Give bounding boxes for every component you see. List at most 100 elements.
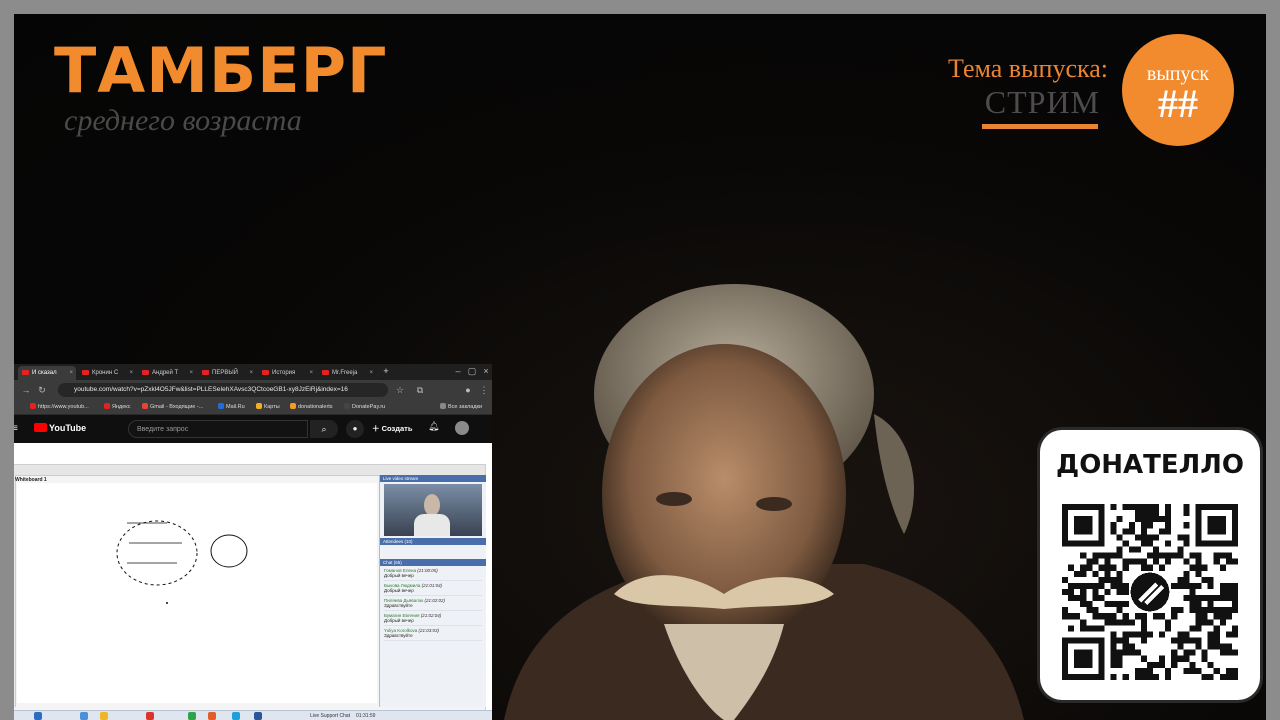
taskbar-app-icon[interactable] [146, 712, 154, 720]
bookmark-favicon-icon [290, 403, 296, 409]
youtube-header: ≡ YouTube Введите запрос ⌕ ● ＋ Создать 🔔… [14, 415, 492, 443]
chat-text: Здравствуйте [384, 633, 413, 638]
taskbar-app-icon[interactable] [100, 712, 108, 720]
plus-icon: ＋ [372, 424, 382, 433]
avatar[interactable] [455, 421, 469, 435]
bookmark-label: Яндекс [112, 404, 131, 410]
whiteboard-tools [14, 475, 16, 707]
chat-text: Здравствуйте [384, 603, 413, 608]
shared-browser-window: И сказал × Кронин С × Андрей Т × ПЕРВЫЙ × Ис… [14, 364, 492, 720]
browser-tab[interactable]: История × [258, 366, 316, 380]
bookmark-favicon-icon [104, 403, 110, 409]
close-tab-icon[interactable]: × [249, 366, 253, 380]
topic-label: Тема выпуска: [948, 54, 1108, 83]
lesson-side-panel: Live video stream Attendees (10) Chat (6… [379, 475, 486, 707]
stream-stage: ТАМБЕРГ среднего возраста Тема выпуска: … [14, 14, 1266, 720]
tab-label: Кронин С [92, 370, 119, 376]
youtube-favicon-icon [142, 370, 149, 375]
taskbar-app-icon[interactable] [208, 712, 216, 720]
extensions-icon[interactable]: ⧉ [414, 384, 426, 396]
bookmark-label: https://www.youtub... [38, 404, 89, 410]
menu-hamburger-icon[interactable]: ≡ [14, 423, 18, 434]
brand-title: ТАМБЕРГ [54, 34, 388, 107]
topic-value: СТРИМ [984, 84, 1100, 120]
window-close-icon[interactable]: × [480, 365, 492, 377]
chat-time: (21:01:04) [421, 583, 443, 588]
bookmark-label: donationalerts [298, 404, 333, 410]
start-icon[interactable] [34, 712, 42, 720]
close-tab-icon[interactable]: × [369, 366, 373, 380]
bookmark-item[interactable]: donationalerts [290, 400, 333, 414]
issue-badge: выпуск ## [1122, 34, 1234, 146]
chat-header: Chat (65) [380, 559, 486, 566]
forward-icon[interactable]: → [20, 384, 32, 396]
bookmark-star-icon[interactable]: ☆ [394, 384, 406, 396]
taskbar-app-icon[interactable] [254, 712, 262, 720]
whiteboard-canvas [17, 483, 377, 703]
back-icon[interactable]: ← [14, 384, 16, 396]
profile-icon[interactable]: ● [462, 384, 474, 396]
youtube-video-player[interactable]: Whiteboard 1 Live video stream Attendees… [14, 464, 486, 711]
new-tab-icon[interactable]: + [380, 365, 392, 377]
bookmarks-bar: https://www.youtub... Яндекс Gmail - Вхо… [14, 400, 492, 415]
close-tab-icon[interactable]: × [69, 366, 73, 380]
chat-message: Пиляева Дьявалок (21:02:02) Здравствуйте [384, 596, 482, 611]
chat-time: (21:02:02) [424, 598, 446, 603]
all-bookmarks[interactable]: Все закладки [440, 400, 482, 414]
close-tab-icon[interactable]: × [129, 366, 133, 380]
chat-message: Бумагин Евгения (21:02:04) Добрый вечер [384, 611, 482, 626]
close-tab-icon[interactable]: × [189, 366, 193, 380]
chat-text: Добрый вечер [384, 618, 414, 623]
youtube-favicon-icon [262, 370, 269, 375]
taskbar-app-icon[interactable] [232, 712, 240, 720]
bookmark-favicon-icon [218, 403, 224, 409]
bookmark-item[interactable]: Карты [256, 400, 280, 414]
windows-taskbar: Live Support Chat 01:31:59 [14, 710, 492, 720]
bookmark-item[interactable]: DonatePay.ru [344, 400, 385, 414]
browser-tab[interactable]: Mr.Freeja × [318, 366, 376, 380]
taskbar-app-icon[interactable] [80, 712, 88, 720]
chat-message: Быкова Людмила (21:01:04) Добрый вечер [384, 581, 482, 596]
youtube-search-input[interactable]: Введите запрос [128, 420, 308, 438]
folder-icon [440, 403, 446, 409]
topic-underline [982, 124, 1098, 129]
donation-card: ДОНАТЕЛЛО [1040, 430, 1260, 700]
bookmark-item[interactable]: Яндекс [104, 400, 131, 414]
donation-title: ДОНАТЕЛЛО [1056, 450, 1244, 480]
bookmark-item[interactable]: Gmail - Входящие -... [142, 400, 203, 414]
presenter-video [504, 284, 1024, 720]
bookmark-favicon-icon [142, 403, 148, 409]
browser-tab[interactable]: Андрей Т × [138, 366, 196, 380]
youtube-favicon-icon [322, 370, 329, 375]
bookmark-label: Карты [264, 404, 280, 410]
browser-tab[interactable]: И сказал × [18, 366, 76, 380]
maximize-icon[interactable]: ▢ [466, 365, 478, 377]
close-tab-icon[interactable]: × [309, 366, 313, 380]
browser-menu-icon[interactable]: ⋮ [478, 384, 490, 396]
bookmark-item[interactable]: https://www.youtub... [30, 400, 89, 414]
notifications-bell-icon[interactable]: 🔔︎ [428, 421, 439, 432]
chat-time: (21:02:04) [420, 613, 442, 618]
bookmark-item[interactable]: Mail.Ru [218, 400, 245, 414]
reload-icon[interactable]: ↻ [36, 384, 48, 396]
browser-tab[interactable]: ПЕРВЫЙ × [198, 366, 256, 380]
search-icon[interactable]: ⌕ [310, 420, 338, 438]
chat-time: (21:03:03) [418, 628, 440, 633]
browser-tab-bar: И сказал × Кронин С × Андрей Т × ПЕРВЫЙ × Ис… [14, 364, 492, 380]
browser-tab[interactable]: Кронин С × [78, 366, 136, 380]
tab-label: И сказал [32, 370, 57, 376]
bookmark-label: DonatePay.ru [352, 404, 386, 410]
youtube-favicon-icon [202, 370, 209, 375]
bookmark-label: Mail.Ru [226, 404, 245, 410]
issue-number: ## [1158, 81, 1198, 126]
create-button[interactable]: ＋ Создать [372, 423, 412, 434]
tab-label: Mr.Freeja [332, 370, 358, 376]
youtube-logo[interactable]: YouTube [34, 423, 86, 433]
microphone-icon[interactable]: ● [346, 420, 364, 438]
url-input[interactable]: youtube.com/watch?v=pZxkl4O5JFw&list=PLL… [58, 383, 388, 397]
minimize-icon[interactable]: – [452, 365, 464, 377]
taskbar-app-icon[interactable] [188, 712, 196, 720]
browser-address-bar: ← → ↻ youtube.com/watch?v=pZxkl4O5JFw&li… [14, 380, 492, 400]
taskbar-chat-label[interactable]: Live Support Chat [310, 712, 350, 720]
youtube-logo-text: YouTube [49, 423, 87, 433]
